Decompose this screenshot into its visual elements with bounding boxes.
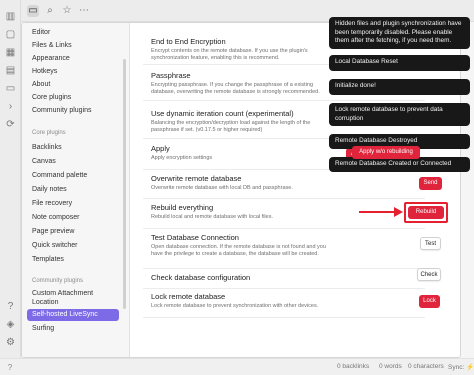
file-icon[interactable]: ▢ xyxy=(4,28,17,41)
nav-item-self-hosted-livesync[interactable]: Self-hosted LiveSync xyxy=(27,309,119,321)
nav-item-command-palette[interactable]: Command palette xyxy=(27,170,119,182)
collapse-sidebar-icon[interactable]: ▥ xyxy=(4,10,17,23)
nav-item-surfing[interactable]: Surfing xyxy=(27,323,119,335)
status-sync[interactable]: Sync: ⚡ 10 ⬆ 0 xyxy=(448,363,474,371)
send-button[interactable]: Send xyxy=(419,177,442,190)
nav-item-note-composer[interactable]: Note composer xyxy=(27,212,119,224)
pointer-arrow-icon xyxy=(359,207,403,217)
template-icon[interactable]: ▭ xyxy=(4,82,17,95)
setting-name: Passphrase xyxy=(151,71,191,80)
settings-modal: Editor Files & Links Appearance Hotkeys … xyxy=(21,22,461,358)
nav-item-page-preview[interactable]: Page preview xyxy=(27,226,119,238)
setting-desc: Overwrite remote database with local DB … xyxy=(151,185,293,191)
setting-desc: Balancing the encryption/decryption load… xyxy=(151,120,311,133)
setting-desc: Encrypting passphrase. If you change the… xyxy=(151,82,320,95)
settings-content: End to End Encryption Encrypt contents o… xyxy=(130,23,460,357)
status-words: 0 words xyxy=(379,363,402,370)
notice-remote-created[interactable]: Remote Database Created or Connected xyxy=(329,157,470,172)
lock-button[interactable]: Lock xyxy=(419,295,440,308)
nav-item-community-plugins[interactable]: Community plugins xyxy=(27,105,119,117)
setting-desc: Apply encryption settings xyxy=(151,155,213,161)
setting-desc: Lock remote database to prevent synchron… xyxy=(151,303,319,309)
nav-item-daily-notes[interactable]: Daily notes xyxy=(27,184,119,196)
setting-name: Test Database Connection xyxy=(151,233,239,242)
nav-item-editor[interactable]: Editor xyxy=(27,27,119,39)
setting-name: Overwrite remote database xyxy=(151,174,242,183)
setting-overwrite-remote: Overwrite remote database Overwrite remo… xyxy=(143,174,425,199)
help-icon[interactable]: ? xyxy=(4,300,17,313)
sync-icon[interactable]: ⟳ xyxy=(4,118,17,131)
nav-item-about[interactable]: About xyxy=(27,79,119,91)
vault-icon[interactable]: ◈ xyxy=(4,318,17,331)
left-ribbon: ▥ ▢ ▦ ▤ ▭ › ⟳ ? ◈ ⚙ xyxy=(0,0,21,375)
nav-section-core: Core plugins xyxy=(32,130,66,136)
test-button[interactable]: Test xyxy=(420,237,441,250)
notice-local-db-reset[interactable]: Local Database Reset xyxy=(329,55,470,71)
settings-nav: Editor Files & Links Appearance Hotkeys … xyxy=(22,23,130,357)
setting-name: Use dynamic iteration count (experimenta… xyxy=(151,109,294,118)
setting-name: End to End Encryption xyxy=(151,37,226,46)
setting-check-config: Check database configuration xyxy=(143,271,425,289)
status-backlinks[interactable]: 0 backlinks xyxy=(337,363,369,370)
rebuild-button[interactable]: Rebuild xyxy=(408,206,444,219)
more-icon[interactable]: ⋯ xyxy=(78,5,90,17)
nav-item-backlinks[interactable]: Backlinks xyxy=(27,142,119,154)
setting-desc: Rebuild local and remote database with l… xyxy=(151,214,273,220)
nav-item-file-recovery[interactable]: File recovery xyxy=(27,198,119,210)
nav-scrollbar[interactable] xyxy=(123,59,126,309)
question-icon[interactable]: ? xyxy=(5,363,15,373)
nav-section-community: Community plugins xyxy=(32,278,84,284)
search-icon[interactable]: ⌕ xyxy=(44,5,56,17)
status-characters: 0 characters xyxy=(408,363,444,370)
setting-name: Rebuild everything xyxy=(151,203,214,212)
apply-without-rebuilding-button[interactable]: Apply w/o rebuilding xyxy=(352,146,420,159)
setting-name: Apply xyxy=(151,144,170,153)
nav-item-appearance[interactable]: Appearance xyxy=(27,53,119,65)
terminal-icon[interactable]: › xyxy=(4,100,17,113)
setting-name: Lock remote database xyxy=(151,292,226,301)
nav-item-custom-attachment-location[interactable]: Custom Attachment Location xyxy=(27,288,119,308)
calendar-icon[interactable]: ▤ xyxy=(4,64,17,77)
notice-hidden-files[interactable]: Hidden files and plugin synchronization … xyxy=(329,17,470,49)
status-bar: ? 0 backlinks 0 words 0 characters Sync:… xyxy=(0,358,474,375)
settings-icon[interactable]: ⚙ xyxy=(4,336,17,349)
nav-item-files-links[interactable]: Files & Links xyxy=(27,40,119,52)
notice-lock-remote[interactable]: Lock remote database to prevent data cor… xyxy=(329,103,470,126)
nav-item-hotkeys[interactable]: Hotkeys xyxy=(27,66,119,78)
setting-desc: Open database connection. If the remote … xyxy=(151,244,326,257)
setting-lock-remote: Lock remote database Lock remote databas… xyxy=(143,292,425,318)
folder-icon[interactable]: ▭ xyxy=(27,5,39,17)
check-button[interactable]: Check xyxy=(417,268,441,281)
notice-initialize-done[interactable]: Initialize done! xyxy=(329,79,470,95)
bookmark-icon[interactable]: ☆ xyxy=(61,5,73,17)
nav-item-templates[interactable]: Templates xyxy=(27,254,119,266)
nav-item-quick-switcher[interactable]: Quick switcher xyxy=(27,240,119,252)
nav-item-core-plugins[interactable]: Core plugins xyxy=(27,92,119,104)
setting-desc: Encrypt contents on the remote database.… xyxy=(151,48,308,61)
grid-icon[interactable]: ▦ xyxy=(4,46,17,59)
obsidian-app: ▥ ▢ ▦ ▤ ▭ › ⟳ ? ◈ ⚙ ▭ ⌕ ☆ ⋯ Editor Files… xyxy=(0,0,474,375)
nav-item-canvas[interactable]: Canvas xyxy=(27,156,119,168)
setting-test-connection: Test Database Connection Open database c… xyxy=(143,233,425,269)
setting-name: Check database configuration xyxy=(151,273,251,282)
